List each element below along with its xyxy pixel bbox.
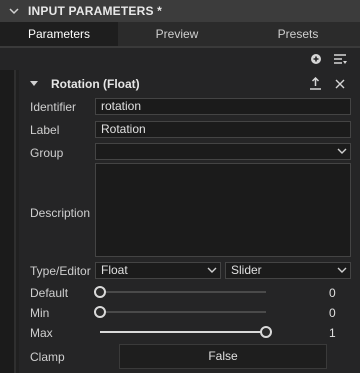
close-icon[interactable] bbox=[334, 78, 346, 90]
min-label: Min bbox=[30, 306, 50, 320]
max-slider-fill bbox=[100, 331, 266, 333]
min-slider-knob[interactable] bbox=[94, 306, 106, 318]
tab-bar: Parameters Preview Presets bbox=[0, 22, 360, 46]
group-label: Group bbox=[30, 146, 64, 160]
chevron-down-icon bbox=[337, 267, 347, 273]
default-slider-knob[interactable] bbox=[94, 286, 106, 298]
label-label: Label bbox=[30, 123, 60, 137]
chevron-down-icon bbox=[207, 267, 217, 273]
clamp-label: Clamp bbox=[30, 350, 65, 364]
add-circle-icon[interactable] bbox=[309, 52, 323, 66]
section-title: Rotation (Float) bbox=[51, 77, 140, 91]
max-slider-knob[interactable] bbox=[260, 326, 272, 338]
export-icon[interactable] bbox=[309, 77, 322, 91]
identifier-input[interactable]: rotation bbox=[95, 98, 351, 115]
max-label: Max bbox=[30, 326, 53, 340]
type-select-value: Float bbox=[101, 263, 128, 277]
left-rail bbox=[0, 70, 14, 373]
description-label: Description bbox=[30, 206, 91, 220]
type-select[interactable]: Float bbox=[95, 262, 221, 279]
parameters-toolbar bbox=[0, 48, 360, 70]
min-slider-track[interactable] bbox=[100, 311, 266, 313]
left-rail-inner bbox=[16, 70, 19, 373]
parameter-section-header[interactable]: Rotation (Float) bbox=[19, 73, 360, 95]
min-value[interactable]: 0 bbox=[329, 306, 336, 320]
editor-select[interactable]: Slider bbox=[225, 262, 351, 279]
label-input[interactable]: Rotation bbox=[95, 121, 351, 138]
default-slider-track[interactable] bbox=[100, 291, 266, 293]
tab-presets[interactable]: Presets bbox=[236, 22, 360, 46]
clamp-toggle-button[interactable]: False bbox=[119, 344, 327, 369]
tab-preview[interactable]: Preview bbox=[118, 22, 236, 46]
description-textarea[interactable] bbox=[95, 163, 351, 257]
list-menu-icon[interactable] bbox=[333, 52, 347, 66]
type-editor-label: Type/Editor bbox=[30, 264, 91, 278]
panel-title: INPUT PARAMETERS * bbox=[28, 4, 163, 18]
chevron-down-icon[interactable] bbox=[8, 5, 20, 17]
identifier-label: Identifier bbox=[30, 100, 77, 114]
default-label: Default bbox=[30, 286, 69, 300]
panel-header[interactable]: INPUT PARAMETERS * bbox=[0, 0, 360, 22]
group-select[interactable] bbox=[95, 143, 351, 160]
default-value[interactable]: 0 bbox=[329, 286, 336, 300]
collapse-arrow-icon[interactable] bbox=[29, 79, 39, 89]
chevron-down-icon bbox=[337, 148, 347, 154]
editor-select-value: Slider bbox=[231, 263, 262, 277]
max-value[interactable]: 1 bbox=[329, 326, 336, 340]
tab-parameters[interactable]: Parameters bbox=[0, 22, 118, 46]
